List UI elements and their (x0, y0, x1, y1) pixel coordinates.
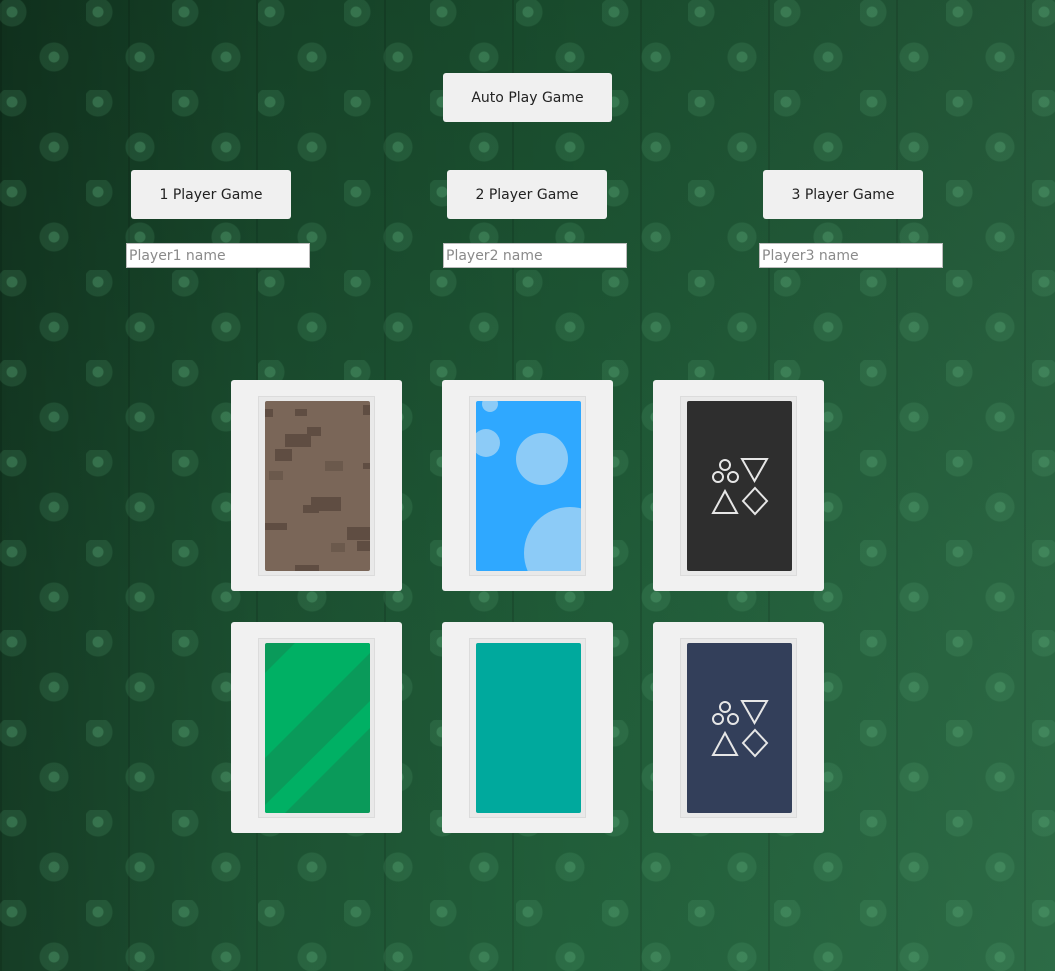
player1-name-input[interactable] (126, 243, 310, 268)
card-frame (258, 638, 375, 818)
one-player-game-button[interactable]: 1 Player Game (131, 170, 291, 219)
three-player-game-button[interactable]: 3 Player Game (763, 170, 923, 219)
card-frame (680, 638, 797, 818)
two-player-game-button[interactable]: 2 Player Game (447, 170, 607, 219)
card-back-dark-shapes (687, 401, 792, 571)
card-back-option-blue[interactable] (442, 380, 613, 591)
card-back-navy-shapes (687, 643, 792, 813)
card-back-plain-teal (476, 643, 581, 813)
card-back-brown-bricks (265, 401, 370, 571)
card-frame (469, 396, 586, 576)
card-frame (258, 396, 375, 576)
card-back-option-teal[interactable] (442, 622, 613, 833)
card-back-option-navy[interactable] (653, 622, 824, 833)
card-frame (680, 396, 797, 576)
card-back-option-brown[interactable] (231, 380, 402, 591)
card-back-option-dark[interactable] (653, 380, 824, 591)
card-back-blue-bubbles (476, 401, 581, 571)
card-back-green-stripes (265, 643, 370, 813)
player2-name-input[interactable] (443, 243, 627, 268)
auto-play-button[interactable]: Auto Play Game (443, 73, 612, 122)
card-back-option-green[interactable] (231, 622, 402, 833)
card-frame (469, 638, 586, 818)
player3-name-input[interactable] (759, 243, 943, 268)
